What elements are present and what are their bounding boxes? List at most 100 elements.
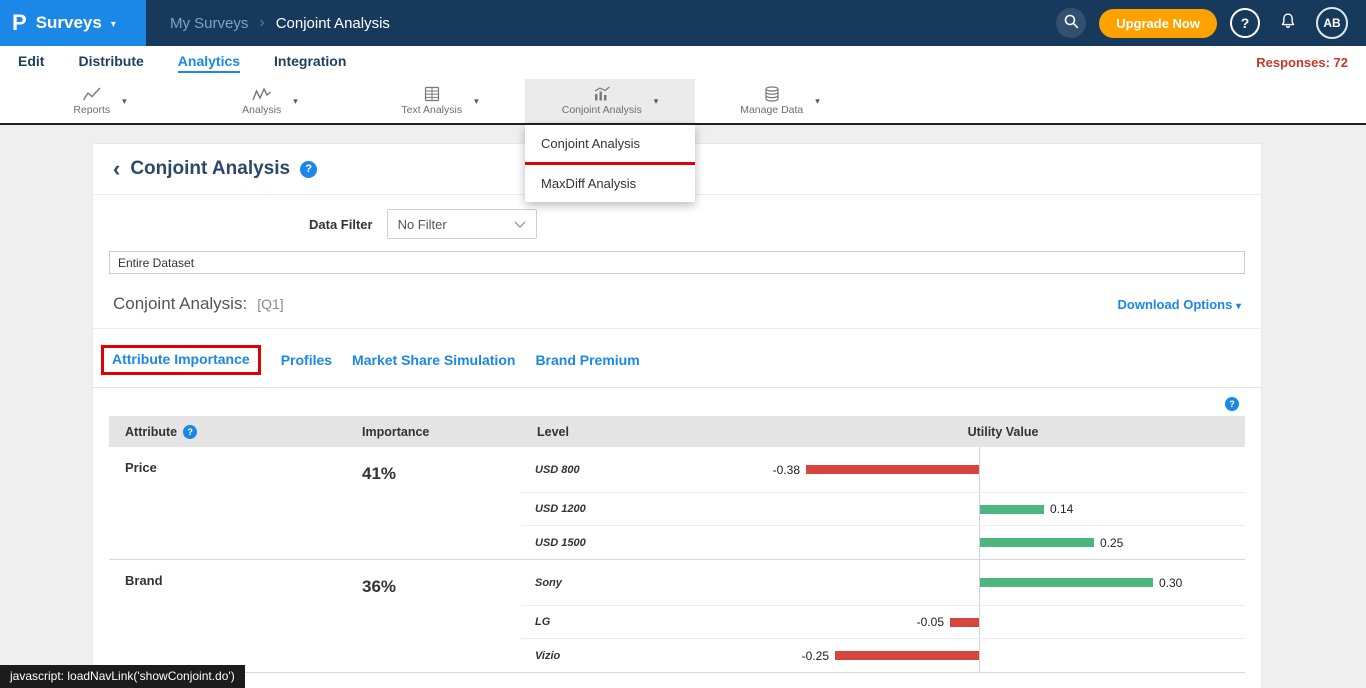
utility-bar: [980, 538, 1094, 547]
line-chart-icon: [82, 86, 102, 102]
toolbar-item-text-analysis[interactable]: Text Analysis ▾: [355, 79, 525, 123]
conjoint-dropdown-menu: Conjoint Analysis MaxDiff Analysis: [525, 125, 695, 202]
conjoint-analysis-card: ‹ Conjoint Analysis ? Data Filter No Fil…: [92, 143, 1262, 688]
nav-item-edit[interactable]: Edit: [18, 53, 44, 73]
survey-nav: Edit Distribute Analytics Integration Re…: [0, 46, 1366, 79]
notifications-button[interactable]: [1273, 8, 1303, 38]
header-attribute-label: Attribute: [125, 425, 177, 439]
utility-zone: -0.05: [761, 615, 979, 629]
utility-bar: [980, 505, 1044, 514]
utility-cell: -0.25: [761, 639, 1245, 672]
tabs-row: Attribute Importance Profiles Market Sha…: [93, 329, 1261, 388]
tab-brand-premium[interactable]: Brand Premium: [535, 352, 639, 368]
chevron-down-icon[interactable]: ▾: [654, 96, 659, 107]
attribute-help-icon[interactable]: ?: [183, 425, 197, 439]
help-button[interactable]: ?: [1230, 8, 1260, 38]
chevron-down-icon[interactable]: ▾: [122, 96, 127, 107]
data-filter-select[interactable]: No Filter: [387, 209, 537, 239]
product-name: Surveys: [36, 13, 102, 33]
search-icon: [1063, 13, 1079, 34]
utility-cell: 0.14: [761, 493, 1245, 525]
table-help-row: ?: [93, 388, 1261, 416]
product-switcher[interactable]: P Surveys ▾: [0, 0, 146, 46]
menu-item-maxdiff-analysis[interactable]: MaxDiff Analysis: [525, 165, 695, 202]
back-button[interactable]: ‹: [113, 158, 120, 180]
zero-axis-line: [979, 606, 980, 638]
toolbar-item-label: Reports: [73, 104, 110, 116]
toolbar-item-label: Text Analysis: [401, 104, 462, 116]
utility-cell: 0.25: [761, 526, 1245, 559]
download-options-label: Download Options: [1118, 297, 1233, 312]
nav-item-distribute[interactable]: Distribute: [78, 53, 143, 73]
utility-value: 0.30: [1159, 576, 1182, 590]
section-header: Conjoint Analysis: [Q1] Download Options…: [93, 276, 1261, 329]
zero-axis-line: [979, 639, 980, 672]
toolbar-item-analysis[interactable]: Analysis ▾: [185, 79, 355, 123]
breadcrumb-my-surveys[interactable]: My Surveys: [170, 15, 248, 32]
level-row: LG-0.05: [521, 606, 1245, 639]
attribute-name: Brand: [109, 560, 346, 672]
data-filter-row: Data Filter No Filter: [93, 195, 1261, 247]
tab-attribute-importance[interactable]: Attribute Importance: [112, 351, 250, 367]
header-attribute: Attribute ?: [109, 425, 346, 439]
menu-item-conjoint-analysis[interactable]: Conjoint Analysis: [525, 125, 695, 162]
dataset-input[interactable]: [109, 251, 1245, 274]
question-mark-icon: ?: [1241, 15, 1250, 31]
utility-cell: -0.38: [761, 447, 1245, 492]
level-rows: Sony0.30LG-0.05 Vizio -0.25: [521, 560, 1245, 672]
header-utility-value: Utility Value: [761, 425, 1245, 439]
search-button[interactable]: [1056, 8, 1086, 38]
importance-value: 36%: [346, 560, 521, 672]
level-row: USD 1500 0.25: [521, 526, 1245, 559]
chevron-down-icon[interactable]: ▾: [815, 96, 820, 107]
tab-profiles[interactable]: Profiles: [281, 352, 332, 368]
utility-bar: [950, 618, 979, 627]
attribute-name: Price: [109, 447, 346, 559]
question-reference: [Q1]: [257, 296, 283, 312]
avatar[interactable]: AB: [1316, 7, 1348, 39]
importance-value: 41%: [346, 447, 521, 559]
level-row: Sony0.30: [521, 560, 1245, 606]
toolbar-item-label: Manage Data: [740, 104, 803, 116]
zero-axis-line: [979, 526, 980, 559]
data-filter-label: Data Filter: [309, 217, 373, 232]
toolbar-item-manage-data[interactable]: Manage Data ▾: [695, 79, 865, 123]
toolbar-item-reports[interactable]: Reports ▾: [15, 79, 185, 123]
toolbar-item-conjoint-analysis[interactable]: Conjoint Analysis ▾ Conjoint Analysis Ma…: [525, 79, 695, 123]
level-label: USD 1500: [521, 537, 761, 549]
chevron-down-icon[interactable]: ▾: [474, 96, 479, 107]
nav-item-integration[interactable]: Integration: [274, 53, 346, 73]
level-row: Vizio -0.25: [521, 639, 1245, 672]
analytics-toolbar: Reports ▾ Analysis ▾ Text Analysis ▾ Con…: [0, 79, 1366, 125]
zero-axis-line: [979, 447, 980, 492]
breadcrumb-separator-icon: ›: [259, 14, 264, 32]
header-importance: Importance: [346, 425, 521, 439]
top-bar: P Surveys ▾ My Surveys › Conjoint Analys…: [0, 0, 1366, 46]
questionpro-logo-icon: P: [12, 12, 27, 34]
table-help-icon[interactable]: ?: [1225, 397, 1239, 411]
download-options-link[interactable]: Download Options ▾: [1118, 297, 1241, 312]
table-body: Price41%USD 800-0.38USD 12000.14USD 1500…: [109, 447, 1245, 673]
upgrade-now-button[interactable]: Upgrade Now: [1099, 9, 1217, 38]
tab-market-share-simulation[interactable]: Market Share Simulation: [352, 352, 515, 368]
level-label: Vizio: [521, 650, 761, 662]
level-rows: USD 800-0.38USD 12000.14USD 15000.25: [521, 447, 1245, 559]
chevron-down-icon[interactable]: ▾: [293, 96, 298, 107]
trend-chart-icon: [252, 86, 272, 102]
browser-status-tooltip: javascript: loadNavLink('showConjoint.do…: [0, 665, 245, 688]
toolbar-item-label: Conjoint Analysis: [562, 104, 642, 116]
page-title: Conjoint Analysis: [130, 158, 290, 180]
attribute-group: Brand36%Sony0.30LG-0.05 Vizio -0.25: [109, 560, 1245, 673]
utility-bar: [806, 465, 979, 474]
utility-value: -0.25: [802, 649, 829, 663]
title-help-icon[interactable]: ?: [300, 161, 317, 178]
header-actions: Upgrade Now ? AB: [1056, 7, 1366, 39]
attribute-importance-table: Attribute ? Importance Level Utility Val…: [109, 416, 1245, 673]
attribute-group: Price41%USD 800-0.38USD 12000.14USD 1500…: [109, 447, 1245, 560]
level-row: USD 800-0.38: [521, 447, 1245, 493]
chevron-down-icon: ▾: [111, 19, 116, 30]
nav-item-analytics[interactable]: Analytics: [178, 53, 240, 73]
utility-value: -0.05: [917, 615, 944, 629]
responses-count[interactable]: Responses: 72: [1256, 55, 1348, 70]
utility-value: 0.25: [1100, 536, 1123, 550]
